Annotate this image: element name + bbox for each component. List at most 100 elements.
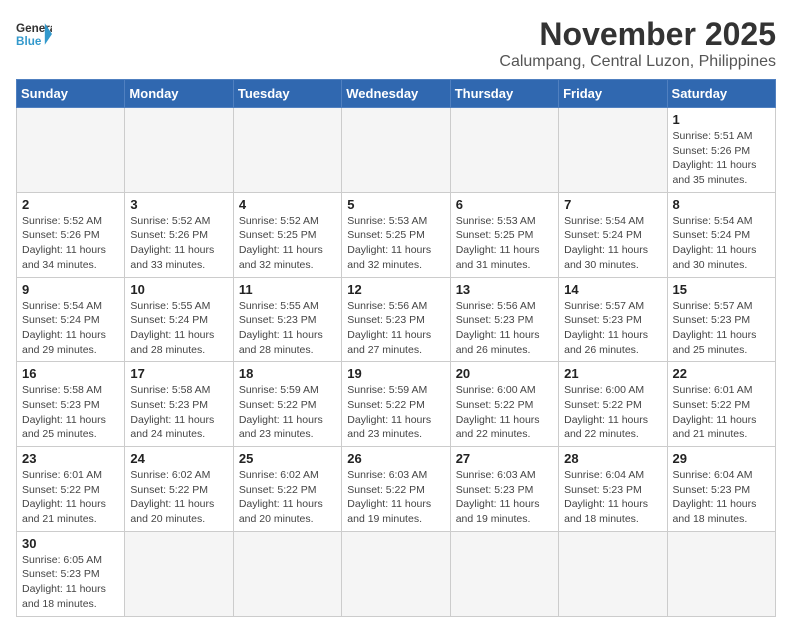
- calendar-cell: 1 Sunrise: 5:51 AM Sunset: 5:26 PM Daylig…: [667, 108, 775, 193]
- calendar-cell: 29Sunrise: 6:04 AM Sunset: 5:23 PM Dayli…: [667, 447, 775, 532]
- day-info: Sunrise: 5:56 AM Sunset: 5:23 PM Dayligh…: [456, 299, 553, 358]
- calendar-cell: 2Sunrise: 5:52 AM Sunset: 5:26 PM Daylig…: [17, 192, 125, 277]
- day-number: 19: [347, 366, 444, 381]
- calendar-cell: [125, 108, 233, 193]
- day-number: 10: [130, 282, 227, 297]
- day-number: 11: [239, 282, 336, 297]
- calendar-cell: 25 Sunrise: 6:02 AM Sunset: 5:22 PM Dayli…: [233, 447, 341, 532]
- day-number: 13: [456, 282, 553, 297]
- calendar-cell: 19 Sunrise: 5:59 AM Sunset: 5:22 PM Dayli…: [342, 362, 450, 447]
- calendar-week-4: 16 Sunrise: 5:58 AM Sunset: 5:23 PM Dayli…: [17, 362, 776, 447]
- day-info: Sunrise: 6:01 AM Sunset: 5:22 PM Dayligh…: [673, 383, 770, 442]
- calendar-cell: [559, 531, 667, 616]
- header: General Blue November 2025 Calumpang, Ce…: [16, 16, 776, 71]
- calendar-week-1: 1 Sunrise: 5:51 AM Sunset: 5:26 PM Daylig…: [17, 108, 776, 193]
- day-info: Sunrise: 6:02 AM Sunset: 5:22 PM Dayligh…: [130, 468, 227, 527]
- day-info: Sunrise: 5:54 AM Sunset: 5:24 PM Dayligh…: [673, 214, 770, 273]
- day-info: Sunrise: 5:59 AM Sunset: 5:22 PM Dayligh…: [239, 383, 336, 442]
- day-number: 25: [239, 451, 336, 466]
- calendar-cell: [17, 108, 125, 193]
- day-info: Sunrise: 6:04 AM Sunset: 5:23 PM Dayligh…: [564, 468, 661, 527]
- location-title: Calumpang, Central Luzon, Philippines: [499, 53, 776, 71]
- calendar-cell: 30 Sunrise: 6:05 AM Sunset: 5:23 PM Dayli…: [17, 531, 125, 616]
- day-number: 23: [22, 451, 119, 466]
- day-info: Sunrise: 5:59 AM Sunset: 5:22 PM Dayligh…: [347, 383, 444, 442]
- day-info: Sunrise: 5:52 AM Sunset: 5:26 PM Dayligh…: [130, 214, 227, 273]
- calendar-week-6: 30 Sunrise: 6:05 AM Sunset: 5:23 PM Dayli…: [17, 531, 776, 616]
- day-info: Sunrise: 5:58 AM Sunset: 5:23 PM Dayligh…: [130, 383, 227, 442]
- calendar-cell: 17 Sunrise: 5:58 AM Sunset: 5:23 PM Dayli…: [125, 362, 233, 447]
- calendar-cell: [450, 108, 558, 193]
- calendar-cell: 14Sunrise: 5:57 AM Sunset: 5:23 PM Dayli…: [559, 277, 667, 362]
- day-info: Sunrise: 5:53 AM Sunset: 5:25 PM Dayligh…: [456, 214, 553, 273]
- day-number: 8: [673, 197, 770, 212]
- weekday-header-thursday: Thursday: [450, 80, 558, 108]
- day-info: Sunrise: 5:55 AM Sunset: 5:24 PM Dayligh…: [130, 299, 227, 358]
- calendar-cell: 12Sunrise: 5:56 AM Sunset: 5:23 PM Dayli…: [342, 277, 450, 362]
- calendar-cell: 22 Sunrise: 6:01 AM Sunset: 5:22 PM Dayli…: [667, 362, 775, 447]
- day-number: 24: [130, 451, 227, 466]
- day-number: 12: [347, 282, 444, 297]
- day-info: Sunrise: 6:01 AM Sunset: 5:22 PM Dayligh…: [22, 468, 119, 527]
- calendar-cell: 18Sunrise: 5:59 AM Sunset: 5:22 PM Dayli…: [233, 362, 341, 447]
- calendar-cell: 9 Sunrise: 5:54 AM Sunset: 5:24 PM Daylig…: [17, 277, 125, 362]
- day-info: Sunrise: 5:53 AM Sunset: 5:25 PM Dayligh…: [347, 214, 444, 273]
- calendar-cell: 20 Sunrise: 6:00 AM Sunset: 5:22 PM Dayli…: [450, 362, 558, 447]
- calendar-cell: 28 Sunrise: 6:04 AM Sunset: 5:23 PM Dayli…: [559, 447, 667, 532]
- logo-icon: General Blue: [16, 16, 52, 52]
- weekday-header-saturday: Saturday: [667, 80, 775, 108]
- day-number: 21: [564, 366, 661, 381]
- day-info: Sunrise: 5:52 AM Sunset: 5:25 PM Dayligh…: [239, 214, 336, 273]
- weekday-header-tuesday: Tuesday: [233, 80, 341, 108]
- calendar-week-5: 23 Sunrise: 6:01 AM Sunset: 5:22 PM Dayli…: [17, 447, 776, 532]
- calendar-week-3: 9 Sunrise: 5:54 AM Sunset: 5:24 PM Daylig…: [17, 277, 776, 362]
- day-number: 29: [673, 451, 770, 466]
- day-number: 1: [673, 112, 770, 127]
- day-info: Sunrise: 5:58 AM Sunset: 5:23 PM Dayligh…: [22, 383, 119, 442]
- day-number: 22: [673, 366, 770, 381]
- day-info: Sunrise: 6:00 AM Sunset: 5:22 PM Dayligh…: [564, 383, 661, 442]
- calendar-cell: 3Sunrise: 5:52 AM Sunset: 5:26 PM Daylig…: [125, 192, 233, 277]
- day-info: Sunrise: 6:00 AM Sunset: 5:22 PM Dayligh…: [456, 383, 553, 442]
- calendar-cell: 15Sunrise: 5:57 AM Sunset: 5:23 PM Dayli…: [667, 277, 775, 362]
- calendar-cell: 7 Sunrise: 5:54 AM Sunset: 5:24 PM Daylig…: [559, 192, 667, 277]
- logo: General Blue: [16, 16, 52, 52]
- day-number: 27: [456, 451, 553, 466]
- day-number: 20: [456, 366, 553, 381]
- calendar-cell: 10 Sunrise: 5:55 AM Sunset: 5:24 PM Dayli…: [125, 277, 233, 362]
- calendar-cell: 23 Sunrise: 6:01 AM Sunset: 5:22 PM Dayli…: [17, 447, 125, 532]
- calendar-cell: 21 Sunrise: 6:00 AM Sunset: 5:22 PM Dayli…: [559, 362, 667, 447]
- calendar-cell: [342, 531, 450, 616]
- day-number: 28: [564, 451, 661, 466]
- calendar-cell: 13 Sunrise: 5:56 AM Sunset: 5:23 PM Dayli…: [450, 277, 558, 362]
- calendar-cell: 24 Sunrise: 6:02 AM Sunset: 5:22 PM Dayli…: [125, 447, 233, 532]
- calendar-cell: [450, 531, 558, 616]
- day-number: 30: [22, 536, 119, 551]
- day-number: 6: [456, 197, 553, 212]
- day-info: Sunrise: 6:05 AM Sunset: 5:23 PM Dayligh…: [22, 553, 119, 612]
- calendar-cell: 11Sunrise: 5:55 AM Sunset: 5:23 PM Dayli…: [233, 277, 341, 362]
- day-number: 7: [564, 197, 661, 212]
- day-number: 14: [564, 282, 661, 297]
- month-title: November 2025: [499, 16, 776, 53]
- day-number: 5: [347, 197, 444, 212]
- day-number: 4: [239, 197, 336, 212]
- day-info: Sunrise: 5:52 AM Sunset: 5:26 PM Dayligh…: [22, 214, 119, 273]
- day-number: 17: [130, 366, 227, 381]
- calendar-cell: [342, 108, 450, 193]
- calendar-cell: [559, 108, 667, 193]
- day-info: Sunrise: 5:54 AM Sunset: 5:24 PM Dayligh…: [564, 214, 661, 273]
- weekday-header-sunday: Sunday: [17, 80, 125, 108]
- calendar-week-2: 2Sunrise: 5:52 AM Sunset: 5:26 PM Daylig…: [17, 192, 776, 277]
- day-number: 16: [22, 366, 119, 381]
- day-info: Sunrise: 6:03 AM Sunset: 5:23 PM Dayligh…: [456, 468, 553, 527]
- weekday-header-wednesday: Wednesday: [342, 80, 450, 108]
- calendar-cell: [233, 108, 341, 193]
- day-number: 15: [673, 282, 770, 297]
- calendar-cell: 27 Sunrise: 6:03 AM Sunset: 5:23 PM Dayli…: [450, 447, 558, 532]
- calendar-cell: 5 Sunrise: 5:53 AM Sunset: 5:25 PM Daylig…: [342, 192, 450, 277]
- day-info: Sunrise: 5:54 AM Sunset: 5:24 PM Dayligh…: [22, 299, 119, 358]
- day-info: Sunrise: 5:51 AM Sunset: 5:26 PM Dayligh…: [673, 129, 770, 188]
- day-info: Sunrise: 6:02 AM Sunset: 5:22 PM Dayligh…: [239, 468, 336, 527]
- day-number: 9: [22, 282, 119, 297]
